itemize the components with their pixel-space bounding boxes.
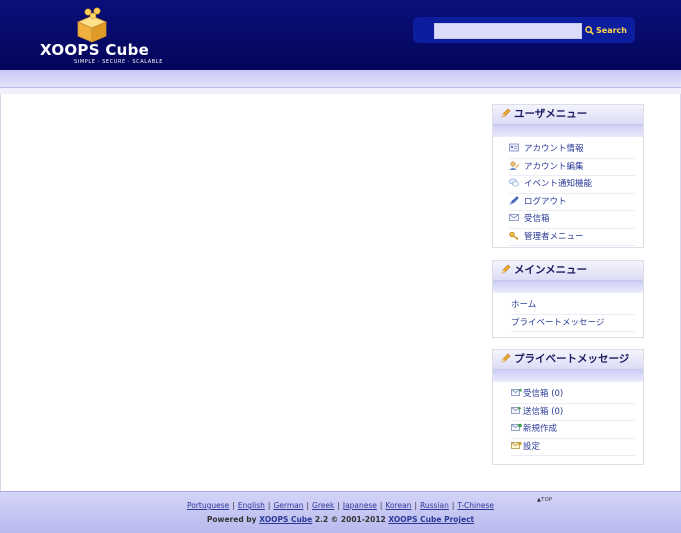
- key-icon: [509, 231, 519, 240]
- language-links: Portuguese | English | German | Greek | Japanese…: [0, 501, 681, 510]
- user-menu-title: ユーザメニュー: [493, 105, 643, 125]
- pm-block: プライベートメッセージ 受信箱 (0) 送信箱 (0) 新規作成 設定: [492, 349, 644, 465]
- user-menu-item-notifications[interactable]: イベント通知機能: [509, 176, 635, 194]
- menu-label: 受信箱: [524, 214, 550, 224]
- lang-korean[interactable]: Korean: [385, 501, 411, 510]
- menu-label: プライベートメッセージ: [511, 317, 605, 328]
- user-menu-item-inbox[interactable]: 受信箱: [509, 211, 635, 229]
- lang-russian[interactable]: Russian: [420, 501, 449, 510]
- user-menu-block: ユーザメニュー アカウント情報 アカウント編集 イベント通知機能 ログアウト 受…: [492, 104, 644, 248]
- main-menu-title: メインメニュー: [493, 261, 643, 281]
- user-menu-item-admin-menu[interactable]: 管理者メニュー: [509, 229, 635, 246]
- outbox-icon: [511, 406, 522, 414]
- block-band: [493, 370, 643, 382]
- separator: |: [267, 501, 271, 510]
- mail-icon: [509, 214, 519, 221]
- main-menu-block: メインメニュー ホーム プライベートメッセージ: [492, 260, 644, 338]
- search-box: Search: [413, 17, 635, 43]
- compose-icon: [511, 423, 522, 431]
- pencil-icon: [501, 108, 511, 118]
- lang-japanese[interactable]: Japanese: [343, 501, 377, 510]
- notification-icon: [509, 178, 519, 187]
- pencil-icon: [501, 264, 511, 274]
- xoops-cube-link[interactable]: XOOPS Cube: [259, 515, 312, 524]
- id-card-icon: [509, 143, 519, 152]
- site-header: XOOPS Cube SIMPLE · SECURE · SCALABLE Se…: [0, 0, 681, 70]
- pm-item-settings[interactable]: 設定: [511, 439, 635, 456]
- menu-label: 送信箱 (0): [523, 406, 564, 417]
- main-menu-title-text: メインメニュー: [514, 264, 588, 276]
- user-menu-list: アカウント情報 アカウント編集 イベント通知機能 ログアウト 受信箱 管理者メニ…: [493, 137, 643, 252]
- user-menu-title-text: ユーザメニュー: [514, 108, 588, 120]
- powered-prefix: Powered by: [206, 515, 257, 524]
- lang-english[interactable]: English: [238, 501, 265, 510]
- separator: |: [232, 501, 235, 510]
- user-menu-item-account-edit[interactable]: アカウント編集: [509, 159, 635, 176]
- main-menu-item-home[interactable]: ホーム: [511, 297, 635, 315]
- pencil-icon: [501, 353, 511, 363]
- settings-icon: [511, 441, 522, 449]
- lang-greek[interactable]: Greek: [312, 501, 334, 510]
- search-button-label: Search: [596, 25, 627, 35]
- powered-by: Powered by XOOPS Cube 2.2 © 2001-2012 XO…: [0, 515, 681, 524]
- separator: |: [379, 501, 383, 510]
- cube-logo-icon: [76, 7, 108, 43]
- separator: |: [337, 501, 340, 510]
- logo-text: XOOPS Cube: [40, 41, 150, 59]
- user-menu-item-account-info[interactable]: アカウント情報: [509, 141, 635, 159]
- lang-german[interactable]: German: [273, 501, 303, 510]
- magnifier-icon: [585, 25, 594, 35]
- menu-label: 管理者メニュー: [524, 231, 584, 242]
- menu-label: アカウント編集: [524, 161, 584, 172]
- menu-label: ホーム: [511, 300, 537, 310]
- main-menu-item-private-message[interactable]: プライベートメッセージ: [511, 315, 635, 332]
- menu-label: イベント通知機能: [524, 179, 593, 189]
- pm-item-inbox[interactable]: 受信箱 (0): [511, 386, 635, 404]
- lang-t-chinese[interactable]: T-Chinese: [457, 501, 494, 510]
- header-band: [0, 70, 681, 88]
- separator: |: [414, 501, 417, 510]
- logo-tagline: SIMPLE · SECURE · SCALABLE: [74, 59, 163, 65]
- site-logo[interactable]: XOOPS Cube SIMPLE · SECURE · SCALABLE: [36, 6, 162, 66]
- block-band: [493, 281, 643, 293]
- logout-icon: [509, 195, 519, 205]
- block-band: [493, 125, 643, 137]
- search-input[interactable]: [434, 23, 582, 39]
- lang-portuguese[interactable]: Portuguese: [187, 501, 229, 510]
- menu-label: 受信箱 (0): [523, 389, 564, 399]
- menu-label: ログアウト: [524, 196, 567, 207]
- pm-item-outbox[interactable]: 送信箱 (0): [511, 404, 635, 421]
- menu-label: 設定: [523, 441, 541, 452]
- xoops-cube-project-link[interactable]: XOOPS Cube Project: [388, 515, 474, 524]
- pm-list: 受信箱 (0) 送信箱 (0) 新規作成 設定: [493, 382, 643, 462]
- pm-title: プライベートメッセージ: [493, 350, 643, 370]
- main-menu-list: ホーム プライベートメッセージ: [493, 293, 643, 338]
- menu-label: 新規作成: [523, 424, 558, 434]
- separator: |: [306, 501, 310, 510]
- site-footer: ▲TOP Portuguese | English | German | Greek | Jap…: [0, 491, 681, 533]
- pm-title-text: プライベートメッセージ: [514, 353, 630, 365]
- user-menu-item-logout[interactable]: ログアウト: [509, 194, 635, 211]
- pm-item-compose[interactable]: 新規作成: [511, 421, 635, 439]
- user-edit-icon: [509, 161, 519, 170]
- menu-label: アカウント情報: [524, 144, 584, 154]
- search-button[interactable]: Search: [585, 22, 633, 38]
- inbox-icon: [511, 388, 522, 396]
- separator: |: [451, 501, 455, 510]
- powered-middle: 2.2 © 2001-2012: [314, 515, 386, 524]
